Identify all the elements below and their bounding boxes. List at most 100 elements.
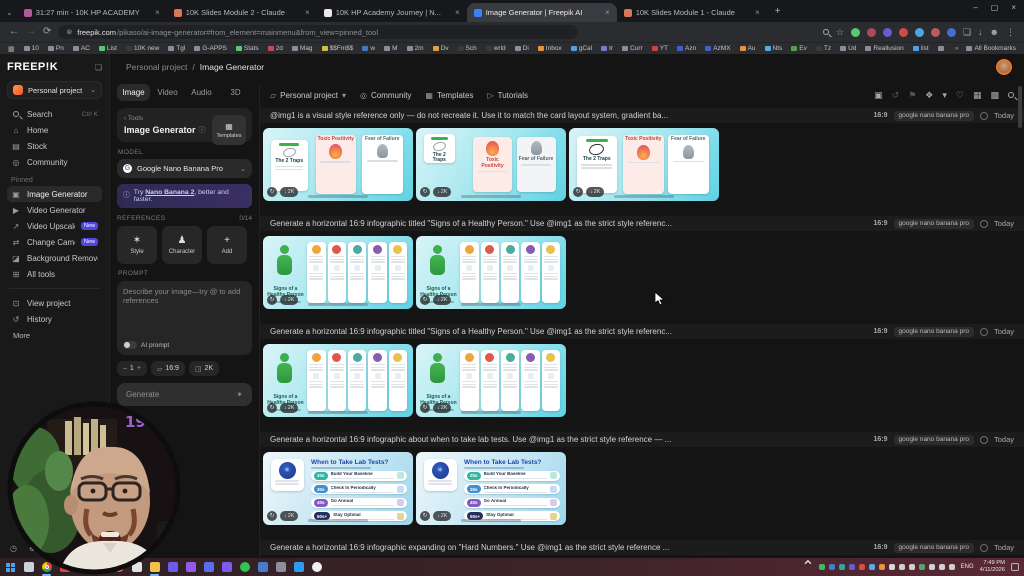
download-2k-button[interactable]: ↓ 2K [586, 187, 605, 197]
reload-button[interactable]: ⟳ [43, 27, 51, 37]
browser-tab[interactable]: 10K Slides Module 1 - Claude × [617, 3, 767, 22]
tray-sky-icon[interactable] [868, 564, 875, 570]
retry-icon[interactable]: ↻ [267, 295, 277, 305]
battery-icon[interactable] [898, 564, 905, 570]
bookmark-item[interactable]: Ud [840, 45, 856, 52]
select-checkbox[interactable] [979, 435, 988, 444]
select-checkbox[interactable] [979, 327, 988, 336]
retry-icon[interactable]: ↻ [420, 403, 430, 413]
bookmark-item[interactable]: 10 [23, 45, 39, 52]
extension-rose-icon[interactable] [930, 27, 940, 37]
download-2k-button[interactable]: ↓ 2K [280, 511, 299, 521]
tray-green-icon[interactable] [818, 564, 825, 570]
bookmark-item[interactable]: Inbox [537, 45, 562, 52]
pin-icon[interactable]: ⚑ [908, 90, 916, 101]
generated-image[interactable]: Signs of a Healthy Person↻↓2K [263, 236, 413, 309]
generated-image[interactable]: The 2 Traps Toxic Positivity Fear of Failu… [569, 128, 719, 201]
bookmark-item[interactable]: wrld [485, 45, 506, 52]
sidebar-item-history[interactable]: ↺ History [7, 311, 102, 327]
menu-icon[interactable]: ⋮ [1006, 27, 1015, 38]
bookmark-item[interactable]: Pn [47, 45, 64, 52]
download-2k-button[interactable]: ↓ 2K [433, 403, 452, 413]
bookmark-item[interactable]: List [98, 45, 117, 52]
sidebar-item-video-upscaler[interactable]: ↗ Video Upscaler New [7, 218, 102, 234]
bookmark-item[interactable]: list [912, 45, 929, 52]
downloads-icon[interactable]: ↓ [978, 27, 983, 37]
history-icon[interactable]: ↺ [892, 90, 900, 101]
steam-icon[interactable] [275, 562, 286, 573]
bookmark-item[interactable]: Tz [815, 45, 831, 52]
collage-view-icon[interactable]: ▩ [990, 90, 999, 101]
tray-orange-icon[interactable] [878, 564, 885, 570]
chat-icon[interactable] [928, 564, 935, 570]
generated-image[interactable]: The 2 Traps Toxic Positivity Fear of Failu… [416, 128, 566, 201]
more-label[interactable]: More [13, 331, 102, 340]
header-nav-templates[interactable]: ▦ Templates [425, 91, 473, 100]
retry-icon[interactable]: ↻ [267, 187, 277, 197]
header-nav-tutorials[interactable]: ▷ Tutorials [487, 91, 528, 100]
tab-close-icon[interactable]: × [605, 8, 610, 17]
sidebar-item-home[interactable]: ⌂ Home [7, 122, 102, 138]
sidebar-item-image-generator[interactable]: ▣ Image Generator [7, 186, 102, 202]
browser-tab[interactable]: 10K HP Academy Journey | N... × [317, 3, 467, 22]
download-2k-button[interactable]: ↓ 2K [280, 187, 299, 197]
grid-view-icon[interactable]: ▦ [973, 90, 982, 101]
tab-close-icon[interactable]: × [455, 8, 460, 17]
sidebar-item-all-tools[interactable]: ⊞ All tools [7, 266, 102, 282]
breadcrumb-parent[interactable]: Personal project [126, 62, 187, 72]
tab-video[interactable]: Video [151, 84, 184, 101]
tray-purple-icon[interactable] [848, 564, 855, 570]
image-view-icon[interactable]: ▣ [874, 90, 883, 101]
whatsapp-icon[interactable] [239, 562, 250, 573]
chevron-down-icon[interactable]: ▾ [942, 90, 947, 101]
new-tab-button[interactable]: + [775, 6, 781, 17]
retry-icon[interactable]: ↻ [420, 511, 430, 521]
bookmark-item[interactable]: Azn [677, 45, 696, 52]
retry-icon[interactable]: ↻ [573, 187, 583, 197]
bookmarks-overflow-chevron[interactable]: » [955, 45, 959, 52]
bookmark-item[interactable]: up [937, 45, 946, 52]
sidebar-item-stock[interactable]: ▤ Stock [7, 138, 102, 154]
extension-indigo-icon[interactable] [946, 27, 956, 37]
bookmark-item[interactable]: gCal [570, 45, 592, 52]
bookmark-item[interactable]: Reallusion [865, 45, 904, 52]
ai-prompt-toggle[interactable] [123, 341, 137, 349]
tab-image[interactable]: Image [117, 84, 150, 101]
banner-link[interactable]: Nano Banana 2 [145, 189, 194, 196]
templates-button[interactable]: ▦ Templates [212, 115, 246, 145]
browser-tab[interactable]: 10K Slides Module 2 - Claude × [167, 3, 317, 22]
resolution-button[interactable]: ◳ 2K [188, 361, 220, 376]
character-reference-button[interactable]: ♟ Character [162, 226, 202, 264]
bookmark-star-icon[interactable]: ☆ [836, 27, 844, 38]
volume-icon[interactable] [908, 564, 915, 570]
extension-green-icon[interactable] [850, 27, 860, 37]
back-button[interactable]: ← [9, 27, 19, 37]
tray-red-icon[interactable] [858, 564, 865, 570]
apps-grid-icon[interactable]: ▦ [8, 45, 15, 53]
sidebar-item-search[interactable]: Search Ctrl K [7, 106, 102, 122]
user-avatar[interactable] [996, 59, 1012, 75]
bookmark-item[interactable]: G-APPS [194, 45, 227, 52]
tray-white-icon[interactable] [888, 564, 895, 570]
generated-image[interactable]: When to Take Lab Tests? 20sBuild Your Bas… [263, 452, 413, 525]
tab-search-chevron-icon[interactable]: ⌄ [6, 8, 13, 17]
extension-blue-icon[interactable] [914, 27, 924, 37]
style-reference-button[interactable]: ✶ Style [117, 226, 157, 264]
generated-image[interactable]: Signs of a Healthy Person↻↓2K [416, 236, 566, 309]
generated-image[interactable]: When to Take Lab Tests? 20sBuild Your Bas… [416, 452, 566, 525]
search-icon[interactable] [1008, 90, 1014, 100]
profile-icon[interactable]: ☻ [990, 27, 999, 37]
scrollbar[interactable] [1018, 86, 1022, 128]
extension-crimson-icon[interactable] [898, 27, 908, 37]
browser-tab[interactable]: Image Generator | Freepik AI × [466, 3, 617, 22]
network-icon[interactable] [938, 564, 945, 570]
bookmark-item[interactable]: Tgl [168, 45, 185, 52]
bookmark-item[interactable]: $$Fm$$ [321, 45, 353, 52]
bookmark-item[interactable]: Di [514, 45, 529, 52]
download-2k-button[interactable]: ↓ 2K [280, 403, 299, 413]
select-checkbox[interactable] [979, 111, 988, 120]
retry-icon[interactable]: ↻ [267, 403, 277, 413]
bookmark-item[interactable]: Sch [457, 45, 477, 52]
adobe-app-3-icon[interactable] [203, 562, 214, 573]
aspect-ratio-button[interactable]: ▱ 16:9 [150, 361, 185, 376]
